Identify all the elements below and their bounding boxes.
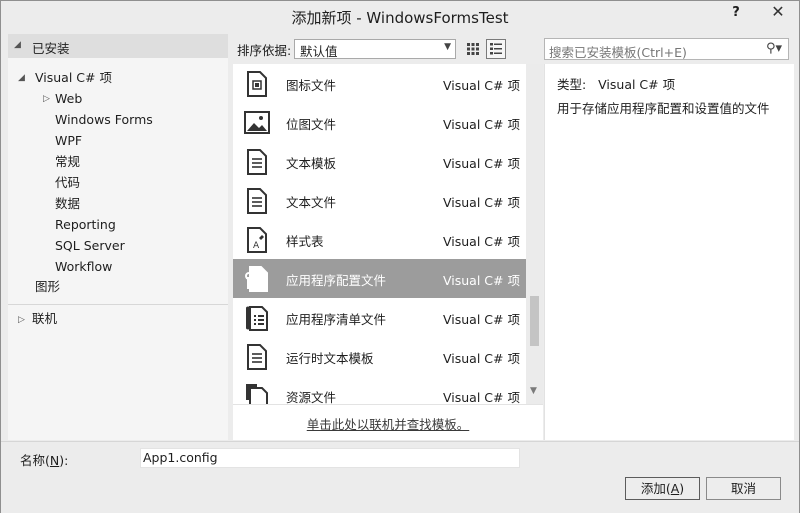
template-name: 运行时文本模板 xyxy=(286,351,374,366)
template-name: 应用程序配置文件 xyxy=(286,273,387,288)
template-kind: Visual C# 项 xyxy=(443,351,520,366)
icon-file-icon xyxy=(244,70,270,98)
cancel-button[interactable]: 取消 xyxy=(706,477,781,500)
template-row[interactable]: A 样式表 Visual C# 项 xyxy=(233,220,526,259)
runtime-template-icon xyxy=(244,343,270,371)
tree-item-windows-forms[interactable]: Windows Forms xyxy=(55,110,153,130)
tree-item-data[interactable]: 数据 xyxy=(55,194,80,214)
scrollbar-thumb[interactable] xyxy=(530,296,539,346)
tree-item-wpf[interactable]: WPF xyxy=(55,131,82,151)
config-file-icon xyxy=(244,265,270,293)
resource-file-icon xyxy=(244,382,270,404)
title-bar: 添加新项 - WindowsFormsTest ? ✕ xyxy=(1,1,799,31)
template-name: 位图文件 xyxy=(286,117,337,132)
stylesheet-icon: A xyxy=(244,226,270,254)
grid-view-button[interactable] xyxy=(463,39,483,59)
template-row[interactable]: 运行时文本模板 Visual C# 项 xyxy=(233,337,526,376)
template-details: 类型: Visual C# 项 用于存储应用程序配置和设置值的文件 xyxy=(544,64,794,440)
grid-view-icon xyxy=(467,43,479,55)
list-view-icon xyxy=(490,43,502,55)
template-kind: Visual C# 项 xyxy=(443,117,520,132)
type-label: 类型: xyxy=(557,77,587,92)
expand-arrow-icon[interactable]: ▷ xyxy=(18,315,25,325)
template-row[interactable]: 文本文件 Visual C# 项 xyxy=(233,181,526,220)
search-placeholder: 搜索已安装模板(Ctrl+E) xyxy=(549,45,687,60)
template-kind: Visual C# 项 xyxy=(443,312,520,327)
name-label: 名称(N): xyxy=(20,453,69,468)
tree-item-general[interactable]: 常规 xyxy=(55,152,80,172)
template-row[interactable]: 位图文件 Visual C# 项 xyxy=(233,103,526,142)
template-row[interactable]: 应用程序清单文件 Visual C# 项 xyxy=(233,298,526,337)
tree-item-web[interactable]: Web xyxy=(55,89,82,109)
installed-label: 已安装 xyxy=(32,41,70,56)
sort-label: 排序依据: xyxy=(237,43,292,58)
template-kind: Visual C# 项 xyxy=(443,78,520,93)
vertical-scrollbar[interactable]: ▼ xyxy=(526,64,543,404)
template-row[interactable]: 图标文件 Visual C# 项 xyxy=(233,64,526,103)
add-button[interactable]: 添加(A) xyxy=(625,477,700,500)
sort-value: 默认值 xyxy=(300,44,338,59)
tree-item-visual-csharp[interactable]: Visual C# 项 xyxy=(35,68,112,88)
template-name: 图标文件 xyxy=(286,78,337,93)
tree-item-code[interactable]: 代码 xyxy=(55,173,80,193)
template-description: 用于存储应用程序配置和设置值的文件 xyxy=(557,101,770,116)
bitmap-icon xyxy=(244,109,270,137)
template-list: 图标文件 Visual C# 项位图文件 Visual C# 项文本模板 Visual… xyxy=(233,64,543,440)
template-name: 应用程序清单文件 xyxy=(286,312,387,327)
template-kind: Visual C# 项 xyxy=(443,234,520,249)
template-name: 文本模板 xyxy=(286,156,337,171)
add-new-item-dialog: 添加新项 - WindowsFormsTest ? ✕ ◢ 已安装 ◢ Visu… xyxy=(0,0,800,513)
template-row[interactable]: 文本模板 Visual C# 项 xyxy=(233,142,526,181)
chevron-down-icon: ▼ xyxy=(444,42,451,52)
template-name: 样式表 xyxy=(286,234,324,249)
template-kind: Visual C# 项 xyxy=(443,273,520,288)
expand-arrow-icon[interactable]: ▷ xyxy=(43,94,50,104)
tree-divider xyxy=(8,304,228,305)
manifest-file-icon xyxy=(244,304,270,332)
list-view-button[interactable] xyxy=(486,39,506,59)
help-button[interactable]: ? xyxy=(725,4,747,22)
template-kind: Visual C# 项 xyxy=(443,390,520,404)
tree-item-workflow[interactable]: Workflow xyxy=(55,257,112,277)
template-kind: Visual C# 项 xyxy=(443,195,520,210)
collapse-arrow-icon: ◢ xyxy=(14,40,21,50)
detail-type-row: 类型: Visual C# 项 xyxy=(557,74,675,93)
template-row[interactable]: 资源文件 Visual C# 项 xyxy=(233,376,526,404)
list-divider xyxy=(233,404,543,405)
name-input[interactable]: App1.config xyxy=(140,448,520,468)
find-online-templates-link[interactable]: 单击此处以联机并查找模板。 xyxy=(233,414,543,433)
close-button[interactable]: ✕ xyxy=(756,2,800,22)
installed-header[interactable]: ◢ 已安装 xyxy=(8,34,228,58)
collapse-arrow-icon[interactable]: ◢ xyxy=(18,73,25,83)
text-file-icon xyxy=(244,187,270,215)
tree-item-graphics[interactable]: 图形 xyxy=(35,277,60,297)
template-kind: Visual C# 项 xyxy=(443,156,520,171)
sort-dropdown[interactable]: 默认值 ▼ xyxy=(294,39,456,59)
template-name: 资源文件 xyxy=(286,390,337,404)
type-value: Visual C# 项 xyxy=(598,77,676,92)
search-icon[interactable]: ⚲▾ xyxy=(766,41,782,56)
template-row[interactable]: 应用程序配置文件 Visual C# 项 xyxy=(233,259,526,298)
tree-item-online[interactable]: 联机 xyxy=(32,309,57,329)
text-template-icon xyxy=(244,148,270,176)
tree-item-reporting[interactable]: Reporting xyxy=(55,215,116,235)
template-search-input[interactable]: 搜索已安装模板(Ctrl+E) ⚲▾ xyxy=(544,38,789,60)
svg-text:A: A xyxy=(253,241,260,251)
template-list-viewport: 图标文件 Visual C# 项位图文件 Visual C# 项文本模板 Visual… xyxy=(233,64,526,404)
tree-item-sql-server[interactable]: SQL Server xyxy=(55,236,125,256)
template-name: 文本文件 xyxy=(286,195,337,210)
scroll-down-arrow-icon[interactable]: ▼ xyxy=(530,386,537,396)
dialog-title: 添加新项 - WindowsFormsTest xyxy=(291,9,509,27)
